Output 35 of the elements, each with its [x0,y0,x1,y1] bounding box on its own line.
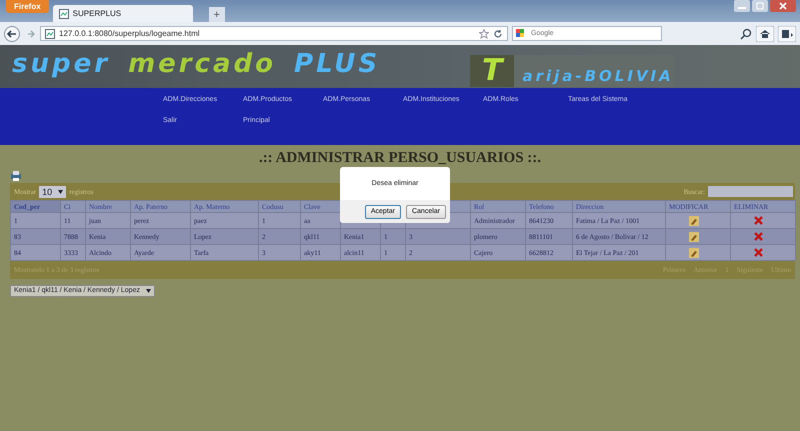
page-title: .:: ADMINISTRAR PERSO_USUARIOS ::. [258,148,542,168]
region-logo-text: arija-BOLIVIA [522,67,674,87]
close-icon[interactable] [770,0,796,12]
logo-word: super [12,49,110,79]
edit-icon[interactable] [689,248,699,258]
logo-word: PLUS [294,49,380,79]
bookmarks-icon[interactable] [778,26,796,42]
home-icon[interactable] [756,26,774,42]
star-icon[interactable] [479,28,489,38]
delete-icon[interactable] [754,248,763,257]
logo-letter: T [470,55,514,87]
print-icon[interactable] [11,171,21,181]
reload-icon[interactable] [493,28,503,38]
dropdown-arrow-icon [58,190,64,194]
page-icon [45,28,55,38]
new-tab-button[interactable]: + [208,7,225,22]
edit-icon[interactable] [689,216,699,226]
page-length-select[interactable]: 10 [39,186,66,198]
forward-icon[interactable] [26,28,36,40]
edit-icon[interactable] [689,232,699,242]
back-icon[interactable] [4,26,22,42]
page-icon [58,8,69,18]
search-icon[interactable] [740,28,752,40]
dropdown-arrow-icon [146,288,151,292]
address-bar[interactable]: 127.0.0.1:8080/superplus/logeame.html [40,26,508,41]
tab-title: SUPERPLUS [72,9,122,18]
search-field[interactable] [708,186,793,197]
logo-word: mercado [128,49,276,79]
minimize-icon[interactable] [734,0,750,12]
delete-icon[interactable] [754,232,763,241]
browser-tab[interactable]: SUPERPLUS [52,5,193,22]
firefox-menu-button[interactable]: Firefox [6,0,49,13]
maximize-icon[interactable] [752,0,768,12]
delete-icon[interactable] [754,216,763,225]
url-text: 127.0.0.1:8080/superplus/logeame.html [59,29,200,38]
